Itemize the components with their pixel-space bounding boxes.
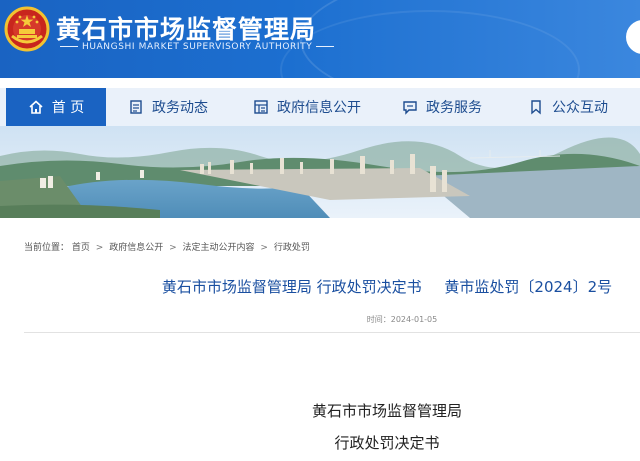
article-body-heading: 黄石市市场监督管理局 <box>311 402 462 420</box>
nav-item-home[interactable]: 首 页 <box>6 88 106 126</box>
document-icon <box>130 100 142 114</box>
breadcrumb-link-home[interactable]: 首页 <box>72 243 90 253</box>
breadcrumb-prefix: 当前位置： <box>24 243 70 253</box>
site-subtitle: HUANGSHI MARKET SUPERVISORY AUTHORITY <box>56 42 338 52</box>
breadcrumb-link-penalty[interactable]: 行政处罚 <box>274 243 310 253</box>
breadcrumb-link-gov-info[interactable]: 政府信息公开 <box>109 243 163 253</box>
site-title[interactable]: 黄石市市场监督管理局 <box>56 10 316 46</box>
breadcrumb-separator: > <box>169 243 177 253</box>
nav-item-label: 政务服务 <box>426 100 482 116</box>
content-card: 当前位置： 首页 > 政府信息公开 > 法定主动公开内容 > 行政处罚 黄石市市… <box>12 230 640 461</box>
nav-item-label: 政府信息公开 <box>277 100 361 116</box>
divider <box>24 332 640 333</box>
article-title: 黄石市市场监督管理局 行政处罚决定书 黄市监处罚〔2024〕2号 <box>12 276 640 297</box>
nav-item-info-disclosure[interactable]: 政府信息公开 <box>253 88 361 126</box>
nav-item-services[interactable]: 政务服务 <box>402 88 482 126</box>
main-nav: 首 页 政务动态 政府信息公开 政务服务 公众互动 <box>0 88 640 126</box>
article-title-text: 黄石市市场监督管理局 行政处罚决定书 <box>161 278 422 296</box>
chat-service-icon <box>403 101 417 115</box>
breadcrumb: 当前位置： 首页 > 政府信息公开 > 法定主动公开内容 > 行政处罚 <box>24 240 310 253</box>
national-emblem-icon[interactable] <box>4 6 50 52</box>
breadcrumb-link-statutory[interactable]: 法定主动公开内容 <box>183 243 255 253</box>
site-header: 黄石市市场监督管理局 HUANGSHI MARKET SUPERVISORY A… <box>0 0 640 78</box>
article-date: 时间：2024-01-05 <box>366 315 438 324</box>
nav-item-label: 公众互动 <box>552 100 608 116</box>
nav-item-label: 政务动态 <box>152 100 208 116</box>
article-doc-number: 黄市监处罚〔2024〕2号 <box>444 278 613 296</box>
city-panorama-banner <box>0 126 640 218</box>
nav-item-label: 首 页 <box>51 100 85 116</box>
info-grid-icon <box>254 100 268 114</box>
bookmark-icon <box>531 100 541 115</box>
nav-item-news[interactable]: 政务动态 <box>128 88 208 126</box>
article-body-subheading: 行政处罚决定书 <box>334 434 440 452</box>
breadcrumb-separator: > <box>95 243 104 253</box>
breadcrumb-separator: > <box>260 243 268 253</box>
home-icon <box>29 100 43 114</box>
nav-item-interaction[interactable]: 公众互动 <box>528 88 608 126</box>
